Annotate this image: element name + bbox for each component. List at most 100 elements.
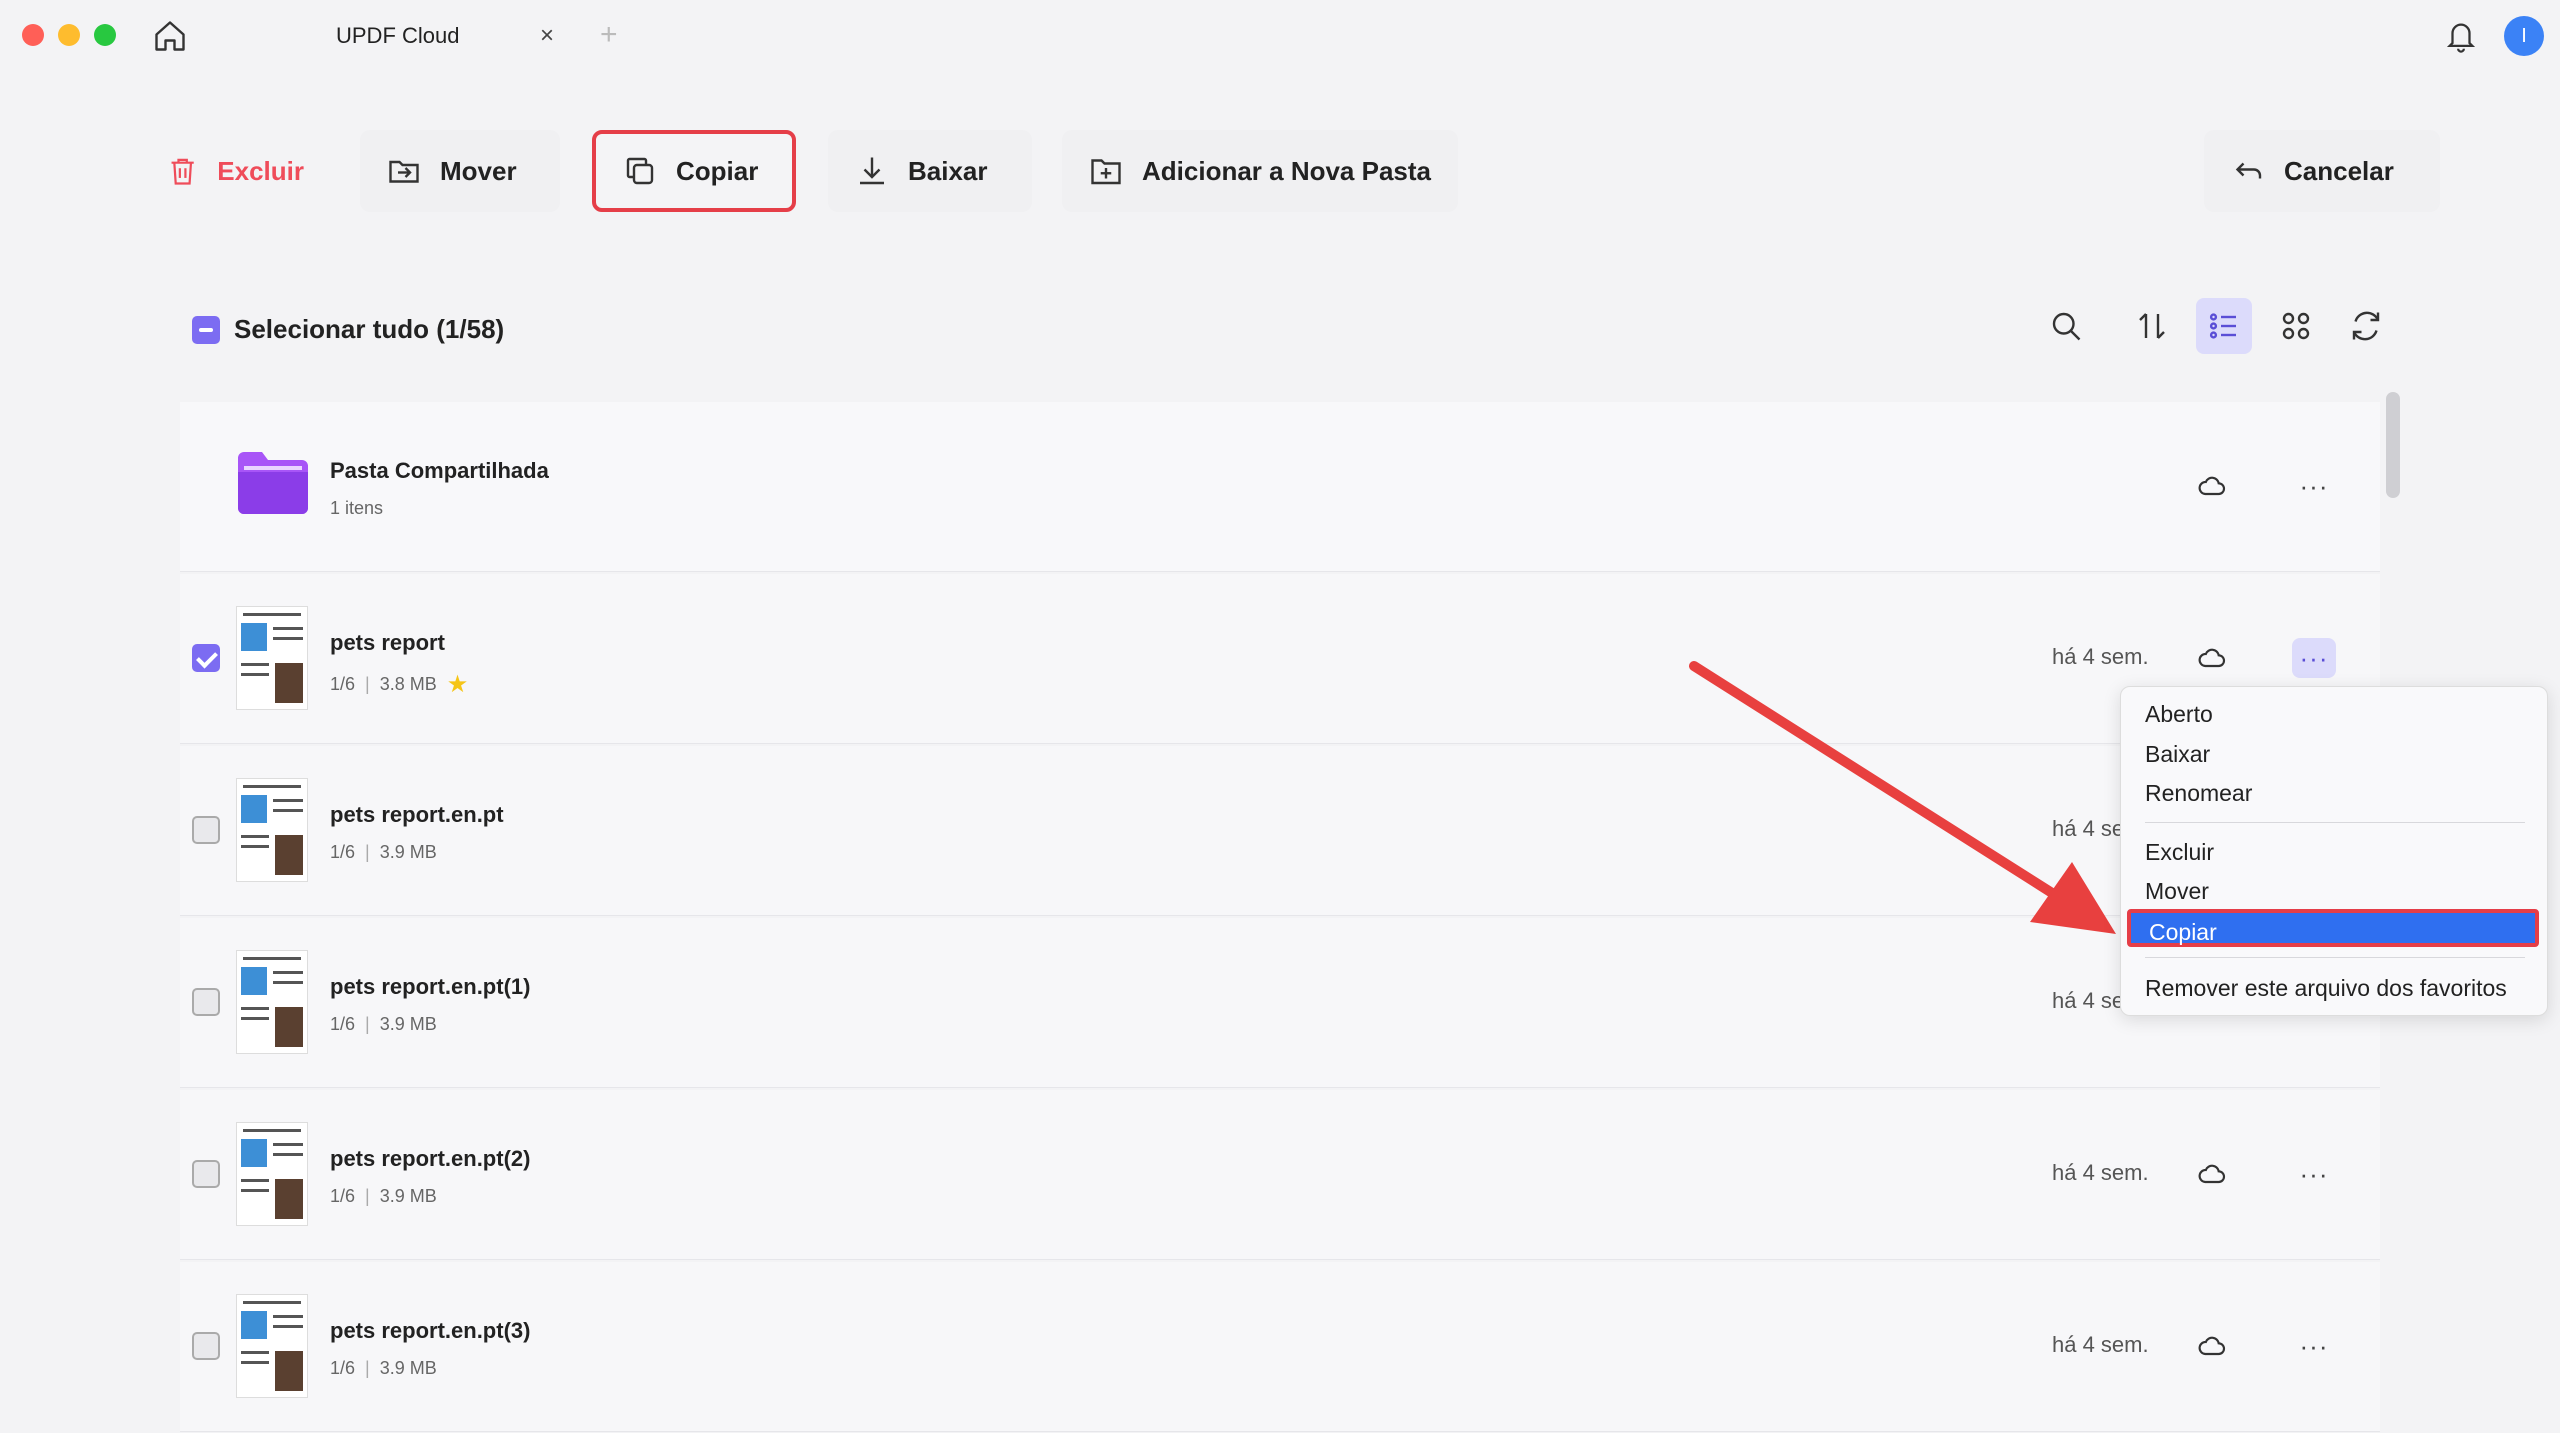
meta-separator: | (365, 1014, 370, 1034)
file-size: 3.9 MB (379, 842, 437, 862)
file-size: 3.9 MB (379, 1186, 437, 1206)
file-checkbox[interactable] (192, 1332, 220, 1360)
menu-item-move[interactable]: Mover (2145, 878, 2209, 905)
file-meta: 1/6 | 3.9 MB (330, 1014, 437, 1035)
sort-button[interactable] (2124, 298, 2180, 354)
file-name: pets report (330, 630, 445, 655)
file-name: pets report.en.pt(2) (330, 1146, 531, 1171)
file-thumbnail (236, 950, 308, 1054)
cancel-button[interactable]: Cancelar (2204, 130, 2440, 212)
file-row[interactable]: pets report.en.pt(3) 1/6 | 3.9 MB há 4 sem… (180, 1262, 2380, 1432)
bell-icon[interactable] (2444, 18, 2478, 54)
maximize-window-button[interactable] (94, 24, 116, 46)
add-tab-icon[interactable]: + (600, 18, 618, 52)
file-row[interactable]: pets report.en.pt(2) 1/6 | 3.9 MB há 4 sem… (180, 1090, 2380, 1260)
meta-separator: | (365, 1358, 370, 1378)
move-button[interactable]: Mover (360, 130, 560, 212)
file-name: pets report.en.pt(3) (330, 1318, 531, 1343)
file-meta: 1/6 | 3.9 MB (330, 1186, 437, 1207)
file-checkbox[interactable] (192, 644, 220, 672)
file-size: 3.9 MB (379, 1358, 437, 1378)
select-all-checkbox[interactable] (192, 315, 220, 344)
refresh-icon (2352, 311, 2380, 341)
grid-view-button[interactable] (2268, 298, 2324, 354)
grid-view-icon (2282, 312, 2310, 340)
file-thumbnail (236, 606, 308, 710)
annotation-arrow-icon (1689, 661, 2116, 934)
file-date: há 4 sem. (2052, 1160, 2149, 1185)
folder-row[interactable]: Pasta Compartilhada 1 itens ··· (180, 402, 2380, 572)
menu-item-copy[interactable]: Copiar (2127, 909, 2539, 947)
more-options-button[interactable]: ··· (2292, 466, 2336, 506)
file-meta: 1/6 | 3.8 MB ★ (330, 670, 468, 699)
minimize-window-button[interactable] (58, 24, 80, 46)
sort-icon (2139, 313, 2165, 339)
file-thumbnail (236, 1294, 308, 1398)
add-new-folder-button[interactable]: Adicionar a Nova Pasta (1062, 130, 1458, 212)
copy-label: Copiar (676, 155, 759, 186)
file-meta: 1/6 | 3.9 MB (330, 1358, 437, 1379)
add-folder-icon (1091, 159, 1121, 185)
meta-separator: | (365, 1186, 370, 1206)
file-pages: 1/6 (330, 842, 356, 862)
copy-icon (626, 157, 654, 185)
file-checkbox[interactable] (192, 988, 220, 1016)
menu-divider (2145, 957, 2525, 958)
more-options-button[interactable]: ··· (2292, 638, 2336, 678)
menu-item-download[interactable]: Baixar (2145, 741, 2210, 768)
search-icon (2052, 312, 2081, 341)
cloud-icon[interactable] (2196, 1158, 2228, 1190)
file-thumbnail (236, 1122, 308, 1226)
tab-close-icon[interactable]: × (540, 22, 554, 50)
tab-title: UPDF Cloud (336, 23, 460, 48)
list-view-button[interactable] (2196, 298, 2252, 354)
file-name: pets report.en.pt (330, 802, 504, 827)
folder-item-count: 1 itens (330, 498, 384, 518)
download-icon (860, 157, 884, 185)
select-all[interactable]: Selecionar tudo (1/58) (192, 314, 504, 345)
menu-divider (2145, 822, 2525, 823)
download-label: Baixar (908, 155, 988, 186)
file-checkbox[interactable] (192, 1160, 220, 1188)
file-checkbox[interactable] (192, 816, 220, 844)
home-icon[interactable] (152, 18, 188, 54)
folder-name: Pasta Compartilhada (330, 458, 549, 483)
tab-updf-cloud[interactable]: UPDF Cloud × (240, 8, 580, 64)
copy-button[interactable]: Copiar (592, 130, 796, 212)
menu-item-rename[interactable]: Renomear (2145, 780, 2252, 807)
file-pages: 1/6 (330, 674, 356, 694)
file-meta: 1/6 | 3.9 MB (330, 842, 437, 863)
download-button[interactable]: Baixar (828, 130, 1032, 212)
file-size: 3.9 MB (379, 1014, 437, 1034)
menu-item-open[interactable]: Aberto (2145, 701, 2213, 728)
close-window-button[interactable] (22, 24, 44, 46)
file-date: há 4 se (2052, 988, 2125, 1013)
folder-meta: 1 itens (330, 498, 383, 519)
cloud-icon[interactable] (2196, 642, 2228, 674)
file-pages: 1/6 (330, 1186, 356, 1206)
meta-separator: | (365, 674, 370, 694)
delete-label: Excluir (217, 155, 304, 186)
move-folder-icon (389, 160, 419, 183)
undo-arrow-icon (2235, 162, 2262, 179)
file-thumbnail (236, 778, 308, 882)
refresh-button[interactable] (2338, 298, 2394, 354)
menu-item-remove-favorite[interactable]: Remover este arquivo dos favoritos (2145, 975, 2507, 1002)
cancel-label: Cancelar (2284, 155, 2394, 186)
title-bar: UPDF Cloud × + I (0, 0, 2560, 72)
file-size: 3.8 MB (379, 674, 437, 694)
menu-item-delete[interactable]: Excluir (2145, 839, 2214, 866)
file-pages: 1/6 (330, 1358, 356, 1378)
delete-button[interactable]: Excluir (140, 130, 330, 212)
more-options-button[interactable]: ··· (2292, 1326, 2336, 1366)
select-all-label: Selecionar tudo (1/58) (234, 314, 505, 344)
file-date: há 4 sem. (2052, 1332, 2149, 1357)
add-new-folder-label: Adicionar a Nova Pasta (1142, 155, 1431, 186)
cloud-icon[interactable] (2196, 1330, 2228, 1362)
folder-icon (238, 452, 308, 514)
search-button[interactable] (2038, 298, 2094, 354)
cloud-icon[interactable] (2196, 470, 2228, 502)
more-options-button[interactable]: ··· (2292, 1154, 2336, 1194)
avatar[interactable]: I (2504, 16, 2544, 56)
scrollbar[interactable] (2386, 392, 2400, 498)
